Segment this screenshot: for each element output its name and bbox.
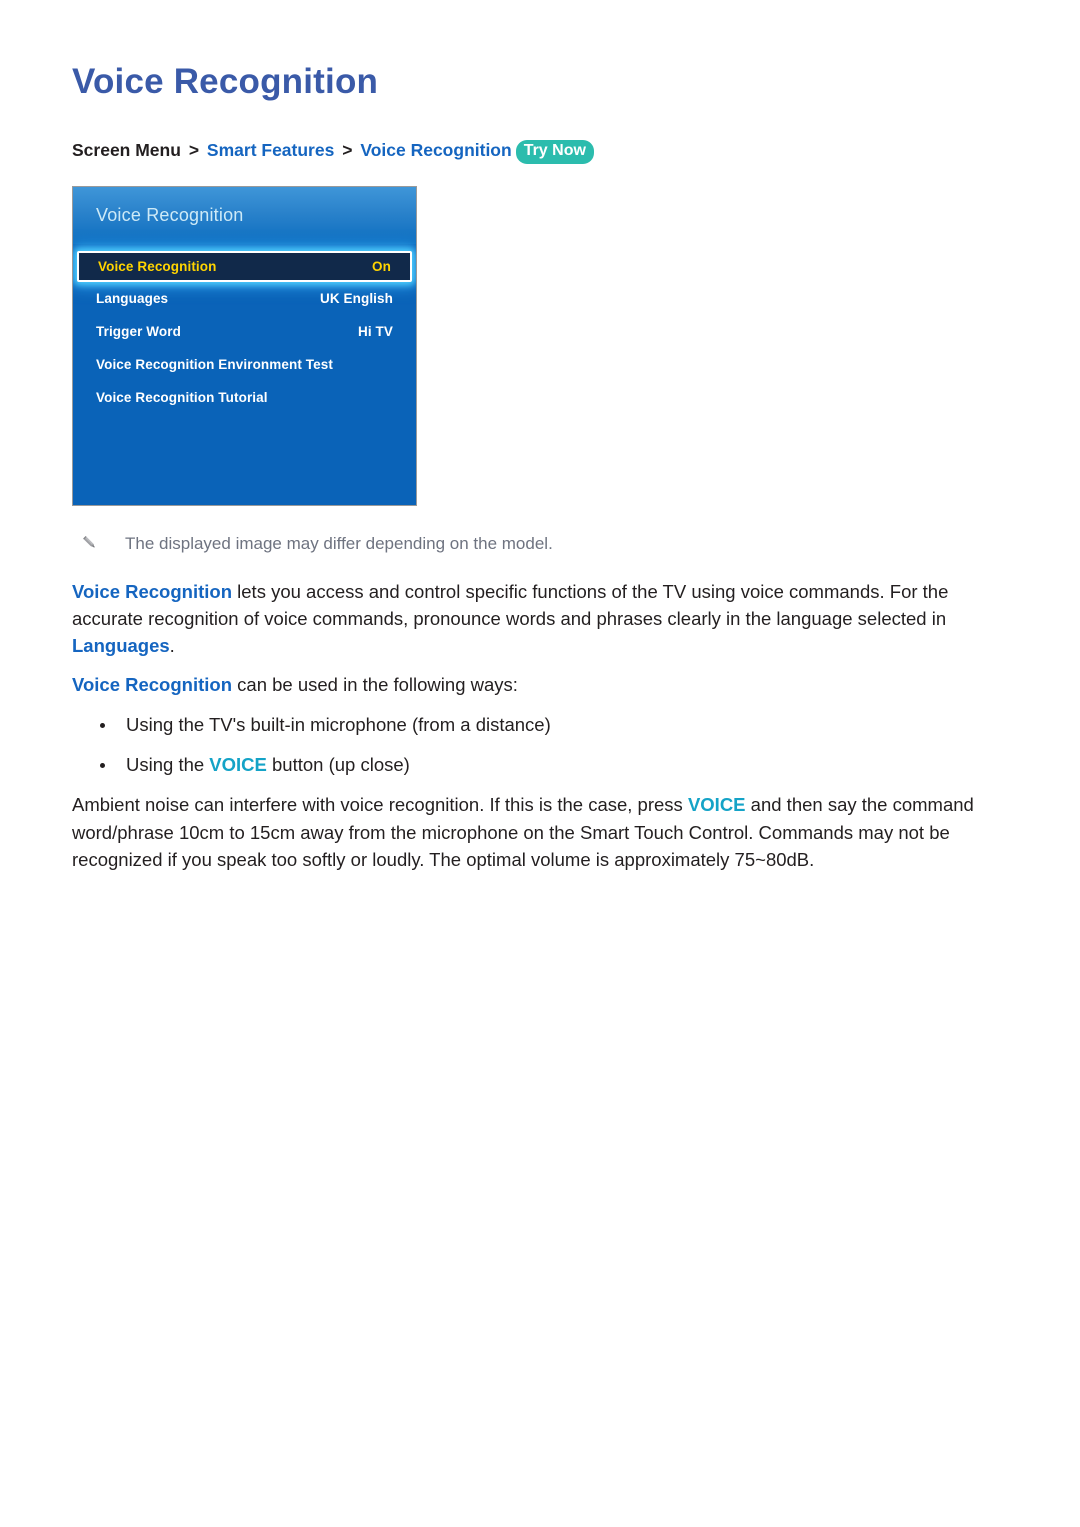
paragraph-ambient-text-1: Ambient noise can interfere with voice r…: [72, 794, 688, 816]
tv-menu-item-label: Voice Recognition Environment Test: [96, 357, 333, 373]
tv-menu-item-label: Languages: [96, 291, 169, 307]
keyword-voice-recognition: Voice Recognition: [72, 581, 233, 603]
list-item-text-pre: Using the: [126, 753, 210, 775]
paragraph-usage-lead-text: can be used in the following ways:: [232, 673, 518, 695]
tv-menu-item-label: Voice Recognition: [98, 259, 217, 275]
keyword-languages: Languages: [72, 635, 170, 657]
breadcrumb-root: Screen Menu: [72, 140, 181, 161]
tv-menu-item-label: Trigger Word: [96, 324, 181, 340]
try-now-badge[interactable]: Try Now: [515, 140, 594, 165]
tv-menu-item-value: Hi TV: [357, 324, 393, 340]
document-page: Voice Recognition Screen Menu > Smart Fe…: [0, 0, 1080, 1527]
breadcrumb-separator-1: >: [188, 140, 200, 161]
pencil-icon: [80, 533, 100, 553]
tv-menu-list: Voice Recognition On Languages UK Englis…: [73, 244, 416, 414]
paragraph-intro-text-2: .: [169, 635, 175, 657]
usage-bullet-list: Using the TV's built-in microphone (from…: [72, 712, 1008, 779]
breadcrumb: Screen Menu > Smart Features > Voice Rec…: [72, 138, 1008, 165]
tv-menu-item-label: Voice Recognition Tutorial: [96, 390, 268, 406]
list-item: Using the VOICE button (up close): [72, 752, 1008, 779]
tv-menu-item-trigger-word[interactable]: Trigger Word Hi TV: [73, 315, 416, 348]
page-title: Voice Recognition: [72, 62, 379, 101]
tv-panel-title: Voice Recognition: [96, 205, 244, 226]
list-item-text-post: button (up close): [266, 753, 410, 775]
keyword-voice-recognition: Voice Recognition: [72, 673, 233, 695]
tv-menu-item-voice-recognition[interactable]: Voice Recognition On: [77, 251, 412, 283]
tv-menu-item-tutorial[interactable]: Voice Recognition Tutorial: [73, 381, 416, 414]
breadcrumb-link-smart-features[interactable]: Smart Features: [207, 140, 334, 160]
tv-panel-header: Voice Recognition: [73, 187, 416, 245]
paragraph-ambient-noise: Ambient noise can interfere with voice r…: [72, 791, 1008, 873]
tv-menu-item-environment-test[interactable]: Voice Recognition Environment Test: [73, 348, 416, 381]
list-item: Using the TV's built-in microphone (from…: [72, 712, 1008, 739]
tv-settings-panel: Voice Recognition Voice Recognition On L…: [72, 186, 417, 507]
breadcrumb-link-voice-recognition[interactable]: Voice Recognition: [360, 140, 511, 160]
body-copy: Voice Recognition lets you access and co…: [72, 578, 1008, 873]
keyword-voice-button: VOICE: [209, 753, 267, 775]
tv-menu-item-languages[interactable]: Languages UK English: [73, 282, 416, 315]
breadcrumb-separator-2: >: [342, 140, 353, 161]
tv-menu-item-value: On: [372, 259, 391, 275]
note-line: The displayed image may differ depending…: [80, 532, 1008, 556]
tv-menu-item-value: UK English: [319, 291, 393, 307]
paragraph-usage-lead: Voice Recognition can be used in the fol…: [72, 671, 1008, 698]
list-item-text: Using the TV's built-in microphone (from…: [126, 713, 551, 735]
paragraph-intro: Voice Recognition lets you access and co…: [72, 578, 1008, 660]
note-text: The displayed image may differ depending…: [125, 534, 553, 554]
keyword-voice-button: VOICE: [687, 794, 746, 816]
